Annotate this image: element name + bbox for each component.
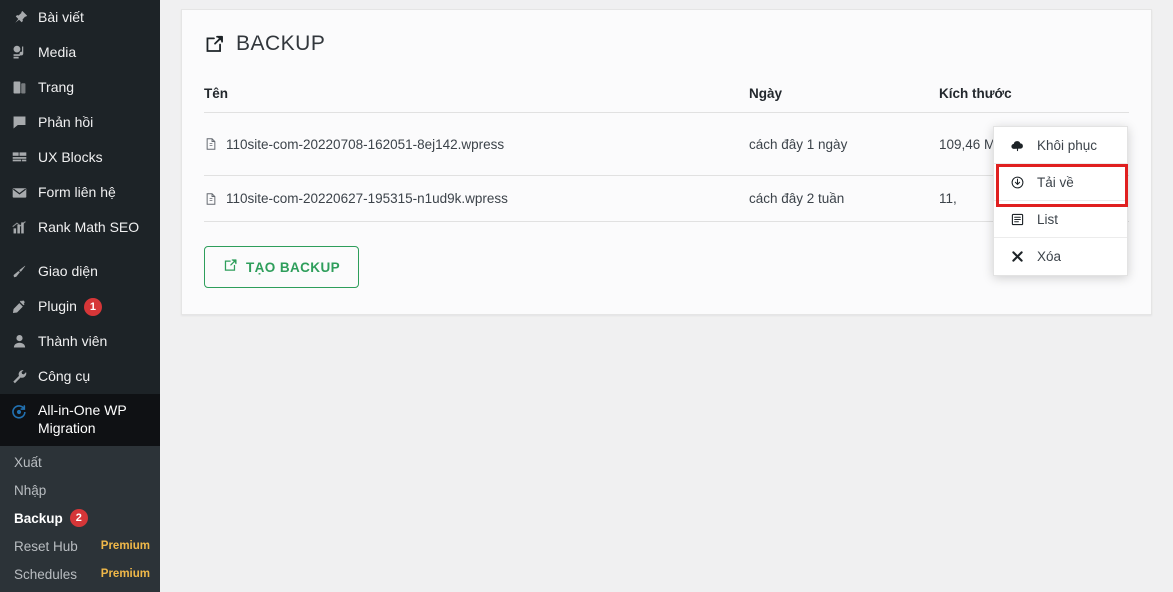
submenu-item-label: Nhập: [14, 483, 46, 498]
sidebar-item-label: Công cụ: [38, 367, 90, 385]
sidebar-item-label: Bài viết: [38, 8, 84, 26]
sidebar-item-plugins[interactable]: Plugin 1: [0, 289, 160, 324]
submenu-item-backup[interactable]: Backup 2: [0, 504, 160, 532]
submenu-item-reset-hub[interactable]: Reset Hub Premium: [0, 532, 160, 560]
blocks-icon: [9, 148, 29, 168]
column-header-date: Ngày: [749, 86, 939, 113]
sidebar-item-users[interactable]: Thành viên: [0, 324, 160, 359]
cloud-upload-icon: [1009, 138, 1026, 153]
sidebar-submenu: Xuất Nhập Backup 2 Reset Hub Premium Sch…: [0, 446, 160, 592]
submenu-item-import[interactable]: Nhập: [0, 476, 160, 504]
page-title-text: BACKUP: [236, 32, 325, 56]
sidebar-item-label: Media: [38, 43, 76, 61]
comment-icon: [9, 113, 29, 133]
user-icon: [9, 332, 29, 352]
wrench-icon: [9, 367, 29, 387]
submenu-item-label: Reset Hub: [14, 539, 78, 554]
submenu-item-label: Schedules: [14, 567, 77, 582]
backup-name-cell: 110site-com-20220627-195315-n1ud9k.wpres…: [204, 176, 749, 222]
menu-item-label: List: [1037, 212, 1058, 227]
create-backup-button[interactable]: TẠO BACKUP: [204, 246, 359, 288]
pin-icon: [9, 8, 29, 28]
submenu-item-schedules[interactable]: Schedules Premium: [0, 560, 160, 588]
page-title: BACKUP: [204, 32, 1129, 56]
export-icon: [223, 258, 238, 276]
menu-item-label: Khôi phục: [1037, 138, 1097, 153]
media-icon: [9, 43, 29, 63]
column-header-size: Kích thước: [939, 86, 1069, 113]
export-icon: [204, 34, 225, 55]
download-circle-icon: [1009, 175, 1026, 190]
plugin-icon: [9, 297, 29, 317]
sidebar-item-label: Rank Math SEO: [38, 218, 139, 236]
backup-count-badge: 2: [70, 509, 88, 527]
sidebar-item-label: Trang: [38, 78, 74, 96]
backup-date: cách đây 1 ngày: [749, 113, 939, 176]
sidebar-item-label: Phản hồi: [38, 113, 93, 131]
backup-date: cách đây 2 tuần: [749, 176, 939, 222]
close-x-icon: [1009, 249, 1026, 264]
admin-sidebar: Bài viết Media Trang Phản hồi UX Blocks: [0, 0, 160, 585]
main-content: BACKUP Tên Ngày Kích thước: [160, 0, 1173, 585]
sidebar-item-appearance[interactable]: Giao diện: [0, 254, 160, 289]
submenu-item-label: Xuất: [14, 455, 42, 470]
submenu-item-label: Backup: [14, 511, 63, 526]
table-body: 110site-com-20220708-162051-8ej142.wpres…: [204, 113, 1129, 222]
sidebar-divider: [0, 245, 160, 254]
sidebar-item-posts[interactable]: Bài viết: [0, 0, 160, 35]
menu-item-label: Xóa: [1037, 249, 1061, 264]
plugin-update-badge: 1: [84, 298, 102, 316]
sidebar-item-label: Giao diện: [38, 262, 98, 280]
table-head: Tên Ngày Kích thước: [204, 86, 1129, 113]
page-icon: [9, 78, 29, 98]
backup-name-cell: 110site-com-20220708-162051-8ej142.wpres…: [204, 113, 749, 176]
menu-item-list[interactable]: List: [994, 201, 1127, 238]
sidebar-item-ux-blocks[interactable]: UX Blocks: [0, 140, 160, 175]
file-icon: [204, 137, 218, 151]
table-row: 110site-com-20220627-195315-n1ud9k.wpres…: [204, 176, 1129, 222]
column-header-actions: [1069, 86, 1129, 113]
menu-item-restore[interactable]: Khôi phục: [994, 127, 1127, 164]
sidebar-item-label: Form liên hệ: [38, 183, 116, 201]
backup-filename[interactable]: 110site-com-20220708-162051-8ej142.wpres…: [226, 137, 504, 152]
sidebar-item-pages[interactable]: Trang: [0, 70, 160, 105]
table-header-row: Tên Ngày Kích thước: [204, 86, 1129, 113]
menu-item-download[interactable]: Tải về: [994, 164, 1127, 201]
sidebar-group-admin: Giao diện Plugin 1 Thành viên Công cụ: [0, 254, 160, 394]
sidebar-item-all-in-one-wp-migration[interactable]: All-in-One WP Migration: [0, 394, 160, 446]
backup-table: Tên Ngày Kích thước: [204, 86, 1129, 222]
menu-item-delete[interactable]: Xóa: [994, 238, 1127, 275]
sidebar-item-label: Thành viên: [38, 332, 107, 350]
list-icon: [1009, 212, 1026, 227]
table-row: 110site-com-20220708-162051-8ej142.wpres…: [204, 113, 1129, 176]
column-header-name: Tên: [204, 86, 749, 113]
backup-filename[interactable]: 110site-com-20220627-195315-n1ud9k.wpres…: [226, 191, 508, 206]
create-backup-label: TẠO BACKUP: [246, 260, 340, 275]
submenu-item-export[interactable]: Xuất: [0, 448, 160, 476]
sidebar-item-media[interactable]: Media: [0, 35, 160, 70]
seo-icon: [9, 218, 29, 238]
premium-tag: Premium: [101, 540, 150, 552]
sidebar-item-label: Plugin: [38, 297, 77, 315]
sidebar-item-tools[interactable]: Công cụ: [0, 359, 160, 394]
sidebar-item-contact-form[interactable]: Form liên hệ: [0, 175, 160, 210]
sidebar-item-rank-math-seo[interactable]: Rank Math SEO: [0, 210, 160, 245]
sidebar-item-label: All-in-One WP Migration: [38, 401, 130, 437]
premium-tag: Premium: [101, 568, 150, 580]
row-actions-dropdown: Khôi phục Tải về List: [993, 126, 1128, 276]
menu-item-label: Tải về: [1037, 175, 1074, 190]
envelope-icon: [9, 183, 29, 203]
file-icon: [204, 192, 218, 206]
sidebar-item-label: UX Blocks: [38, 148, 103, 166]
sidebar-item-comments[interactable]: Phản hồi: [0, 105, 160, 140]
migration-icon: [9, 402, 29, 422]
sidebar-group-content: Bài viết Media Trang Phản hồi UX Blocks: [0, 0, 160, 245]
brush-icon: [9, 262, 29, 282]
